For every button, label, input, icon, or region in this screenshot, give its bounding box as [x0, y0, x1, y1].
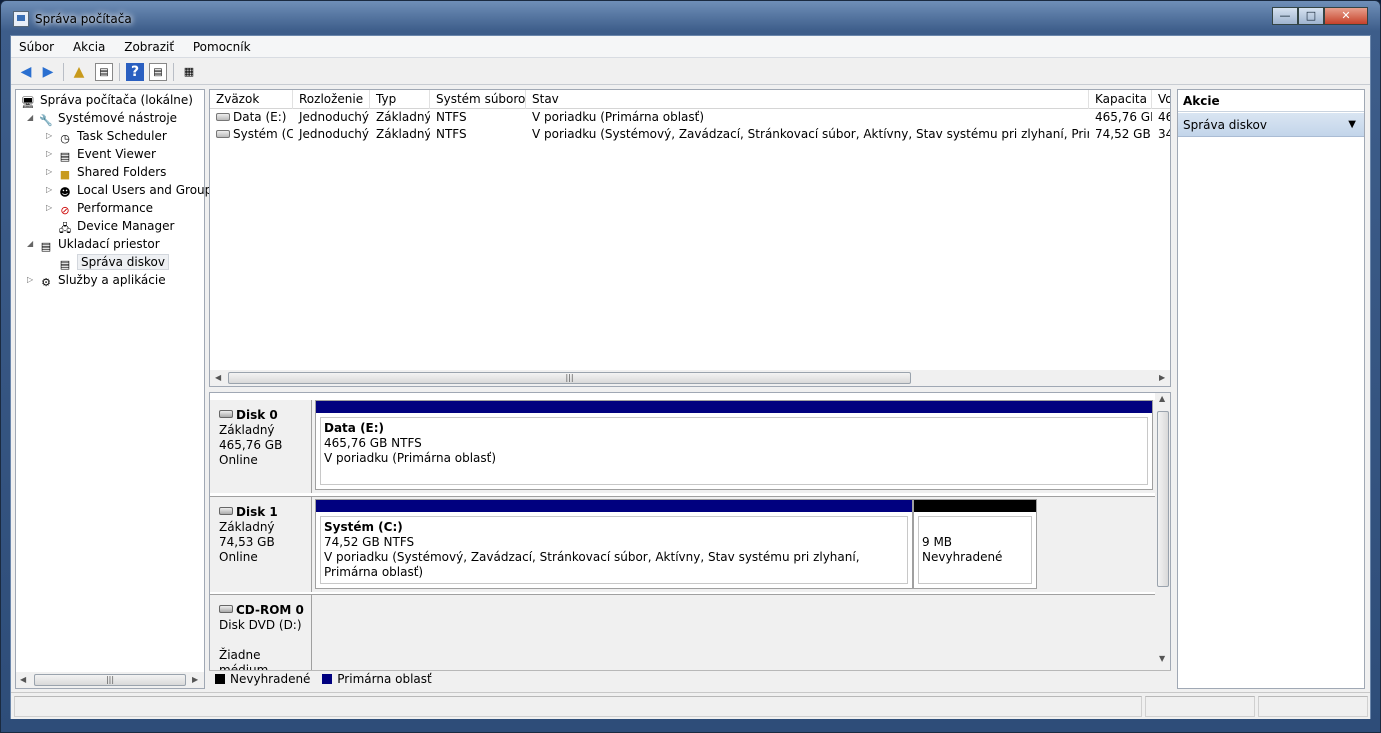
partition-system-c[interactable]: Systém (C:) 74,52 GB NTFS V poriadku (Sy…	[315, 499, 913, 589]
scroll-right-icon[interactable]: ▶	[1159, 370, 1165, 386]
disk-row-0: Disk 0 Základný 465,76 GB Online Data (E…	[210, 400, 1156, 493]
tree-horizontal-scrollbar[interactable]: ◀ ||| ▶	[16, 672, 204, 688]
unallocated-swatch	[215, 674, 225, 684]
volume-list-horizontal-scrollbar[interactable]: ◀ ||| ▶	[210, 370, 1170, 386]
disk-label-0[interactable]: Disk 0 Základný 465,76 GB Online	[210, 400, 312, 493]
users-icon: ☻	[59, 186, 71, 199]
performance-icon: ⊘	[60, 204, 70, 217]
tree-item-task-scheduler[interactable]: ◷ Task Scheduler	[57, 127, 167, 145]
actions-pane: Akcie Správa diskov ▼	[1177, 89, 1365, 689]
column-header-volume[interactable]: Zväzok	[210, 90, 293, 109]
show-hide-action-pane-icon[interactable]: ▤	[149, 63, 167, 81]
tree-item-device-manager[interactable]: 🖧 Device Manager	[57, 217, 175, 235]
close-button[interactable]: ✕	[1324, 7, 1368, 25]
toolbar: ◀ ▶ ▲ ▤ ? ▤ ▦	[11, 59, 1370, 85]
actions-disk-management[interactable]: Správa diskov ▼	[1178, 113, 1364, 137]
tree-item-shared-folders[interactable]: ■ Shared Folders	[57, 163, 167, 181]
table-header: Zväzok Rozloženie Typ Systém súborov Sta…	[210, 90, 1170, 109]
cdrom-icon	[219, 605, 233, 613]
disk-view-vertical-scrollbar[interactable]: ▲ ▼	[1155, 393, 1170, 671]
client-area: Súbor Akcia Zobraziť Pomocník ◀ ▶ ▲ ▤ ? …	[10, 35, 1371, 719]
properties-icon[interactable]: ▦	[180, 63, 198, 81]
show-hide-tree-icon[interactable]: ▤	[95, 63, 113, 81]
column-header-capacity[interactable]: Kapacita	[1089, 90, 1152, 109]
up-folder-icon[interactable]: ▲	[70, 63, 88, 81]
scroll-up-icon[interactable]: ▲	[1159, 393, 1165, 407]
help-icon[interactable]: ?	[126, 63, 144, 81]
expand-arrow-icon[interactable]: ▷	[27, 271, 33, 289]
expand-arrow-icon[interactable]: ▷	[46, 127, 52, 145]
navigation-tree: 🖥 Správa počítača (lokálne) ◢ 🔧 Systémové …	[15, 89, 219, 689]
scroll-left-icon[interactable]: ◀	[20, 672, 26, 688]
volume-icon	[216, 130, 230, 138]
menu-file[interactable]: Súbor	[12, 36, 61, 58]
tree-item-local-users[interactable]: ☻ Local Users and Groups	[57, 181, 218, 199]
computer-management-icon	[13, 11, 29, 27]
hard-disk-icon	[219, 410, 233, 418]
tree-item-event-viewer[interactable]: ▤ Event Viewer	[57, 145, 156, 163]
volume-icon	[216, 113, 230, 121]
menu-action[interactable]: Akcia	[66, 36, 112, 58]
storage-icon: ▤	[40, 240, 52, 253]
maximize-button[interactable]: □	[1298, 7, 1324, 25]
event-viewer-icon: ▤	[59, 150, 71, 163]
window-title: Správa počítača	[35, 12, 132, 26]
shared-folder-icon: ■	[59, 168, 71, 181]
status-section-2	[1145, 696, 1255, 717]
hard-disk-icon	[219, 507, 233, 515]
status-section-main	[14, 696, 1142, 717]
scroll-thumb[interactable]: |||	[228, 372, 911, 384]
menu-bar: Súbor Akcia Zobraziť Pomocník	[11, 36, 1370, 58]
tree-item-disk-management[interactable]: ▤ Správa diskov	[57, 253, 169, 271]
collapse-arrow-icon[interactable]: ◢	[27, 109, 33, 127]
dropdown-arrow-icon[interactable]: ▼	[1348, 113, 1356, 137]
disk-row-1: Disk 1 Základný 74,53 GB Online Systém (…	[210, 496, 1156, 592]
scroll-down-icon[interactable]: ▼	[1159, 651, 1165, 667]
tools-icon: 🔧	[39, 114, 53, 127]
disk-label-cdrom[interactable]: CD-ROM 0 Disk DVD (D:) Žiadne médium	[210, 595, 312, 677]
partition-unallocated[interactable]: 9 MB Nevyhradené	[913, 499, 1037, 589]
back-arrow-icon[interactable]: ◀	[17, 63, 35, 81]
scroll-left-icon[interactable]: ◀	[215, 370, 221, 386]
primary-partition-swatch	[322, 674, 333, 684]
partition-data-e[interactable]: Data (E:) 465,76 GB NTFS V poriadku (Pri…	[315, 400, 1153, 490]
forward-arrow-icon[interactable]: ▶	[39, 63, 57, 81]
minimize-button[interactable]: —	[1272, 7, 1298, 25]
expand-arrow-icon[interactable]: ▷	[46, 145, 52, 163]
expand-arrow-icon[interactable]: ▷	[46, 163, 52, 181]
collapse-arrow-icon[interactable]: ◢	[27, 235, 33, 253]
expand-arrow-icon[interactable]: ▷	[46, 199, 52, 217]
column-header-status[interactable]: Stav	[526, 90, 1089, 109]
actions-header: Akcie	[1178, 90, 1364, 112]
expand-arrow-icon[interactable]: ▷	[46, 181, 52, 199]
column-header-free[interactable]: Vo	[1152, 90, 1170, 109]
menu-help[interactable]: Pomocník	[186, 36, 258, 58]
scroll-thumb[interactable]: |||	[34, 674, 186, 686]
services-icon: ⚙	[41, 276, 51, 289]
disk-row-cdrom: CD-ROM 0 Disk DVD (D:) Žiadne médium	[210, 594, 1156, 677]
tree-item-services[interactable]: ⚙ Služby a aplikácie	[38, 271, 166, 289]
tree-item-performance[interactable]: ⊘ Performance	[57, 199, 153, 217]
tree-item-system-tools[interactable]: 🔧 Systémové nástroje	[38, 109, 177, 127]
disk-management-icon: ▤	[59, 258, 71, 271]
menu-view[interactable]: Zobraziť	[117, 36, 181, 58]
title-bar[interactable]: Správa počítača — □ ✕	[1, 1, 1380, 35]
computer-icon: 🖥	[21, 96, 35, 109]
column-header-type[interactable]: Typ	[370, 90, 430, 109]
volume-list: Zväzok Rozloženie Typ Systém súborov Sta…	[209, 89, 1171, 387]
status-section-3	[1258, 696, 1368, 717]
disk-label-1[interactable]: Disk 1 Základný 74,53 GB Online	[210, 497, 312, 592]
column-header-layout[interactable]: Rozloženie	[293, 90, 370, 109]
tree-item-storage[interactable]: ▤ Ukladací priestor	[38, 235, 160, 253]
device-manager-icon: 🖧	[58, 222, 72, 235]
column-header-filesystem[interactable]: Systém súborov	[430, 90, 526, 109]
disk-legend: Nevyhradené Primárna oblasť	[209, 670, 1171, 688]
scroll-right-icon[interactable]: ▶	[192, 672, 198, 688]
tree-item-root[interactable]: 🖥 Správa počítača (lokálne)	[20, 91, 193, 109]
clock-icon: ◷	[60, 132, 70, 145]
disk-graphical-view: Disk 0 Základný 465,76 GB Online Data (E…	[209, 392, 1171, 688]
status-bar	[11, 692, 1370, 719]
scroll-thumb[interactable]	[1157, 411, 1169, 587]
app-window: Správa počítača — □ ✕ Súbor Akcia Zobraz…	[0, 0, 1381, 733]
